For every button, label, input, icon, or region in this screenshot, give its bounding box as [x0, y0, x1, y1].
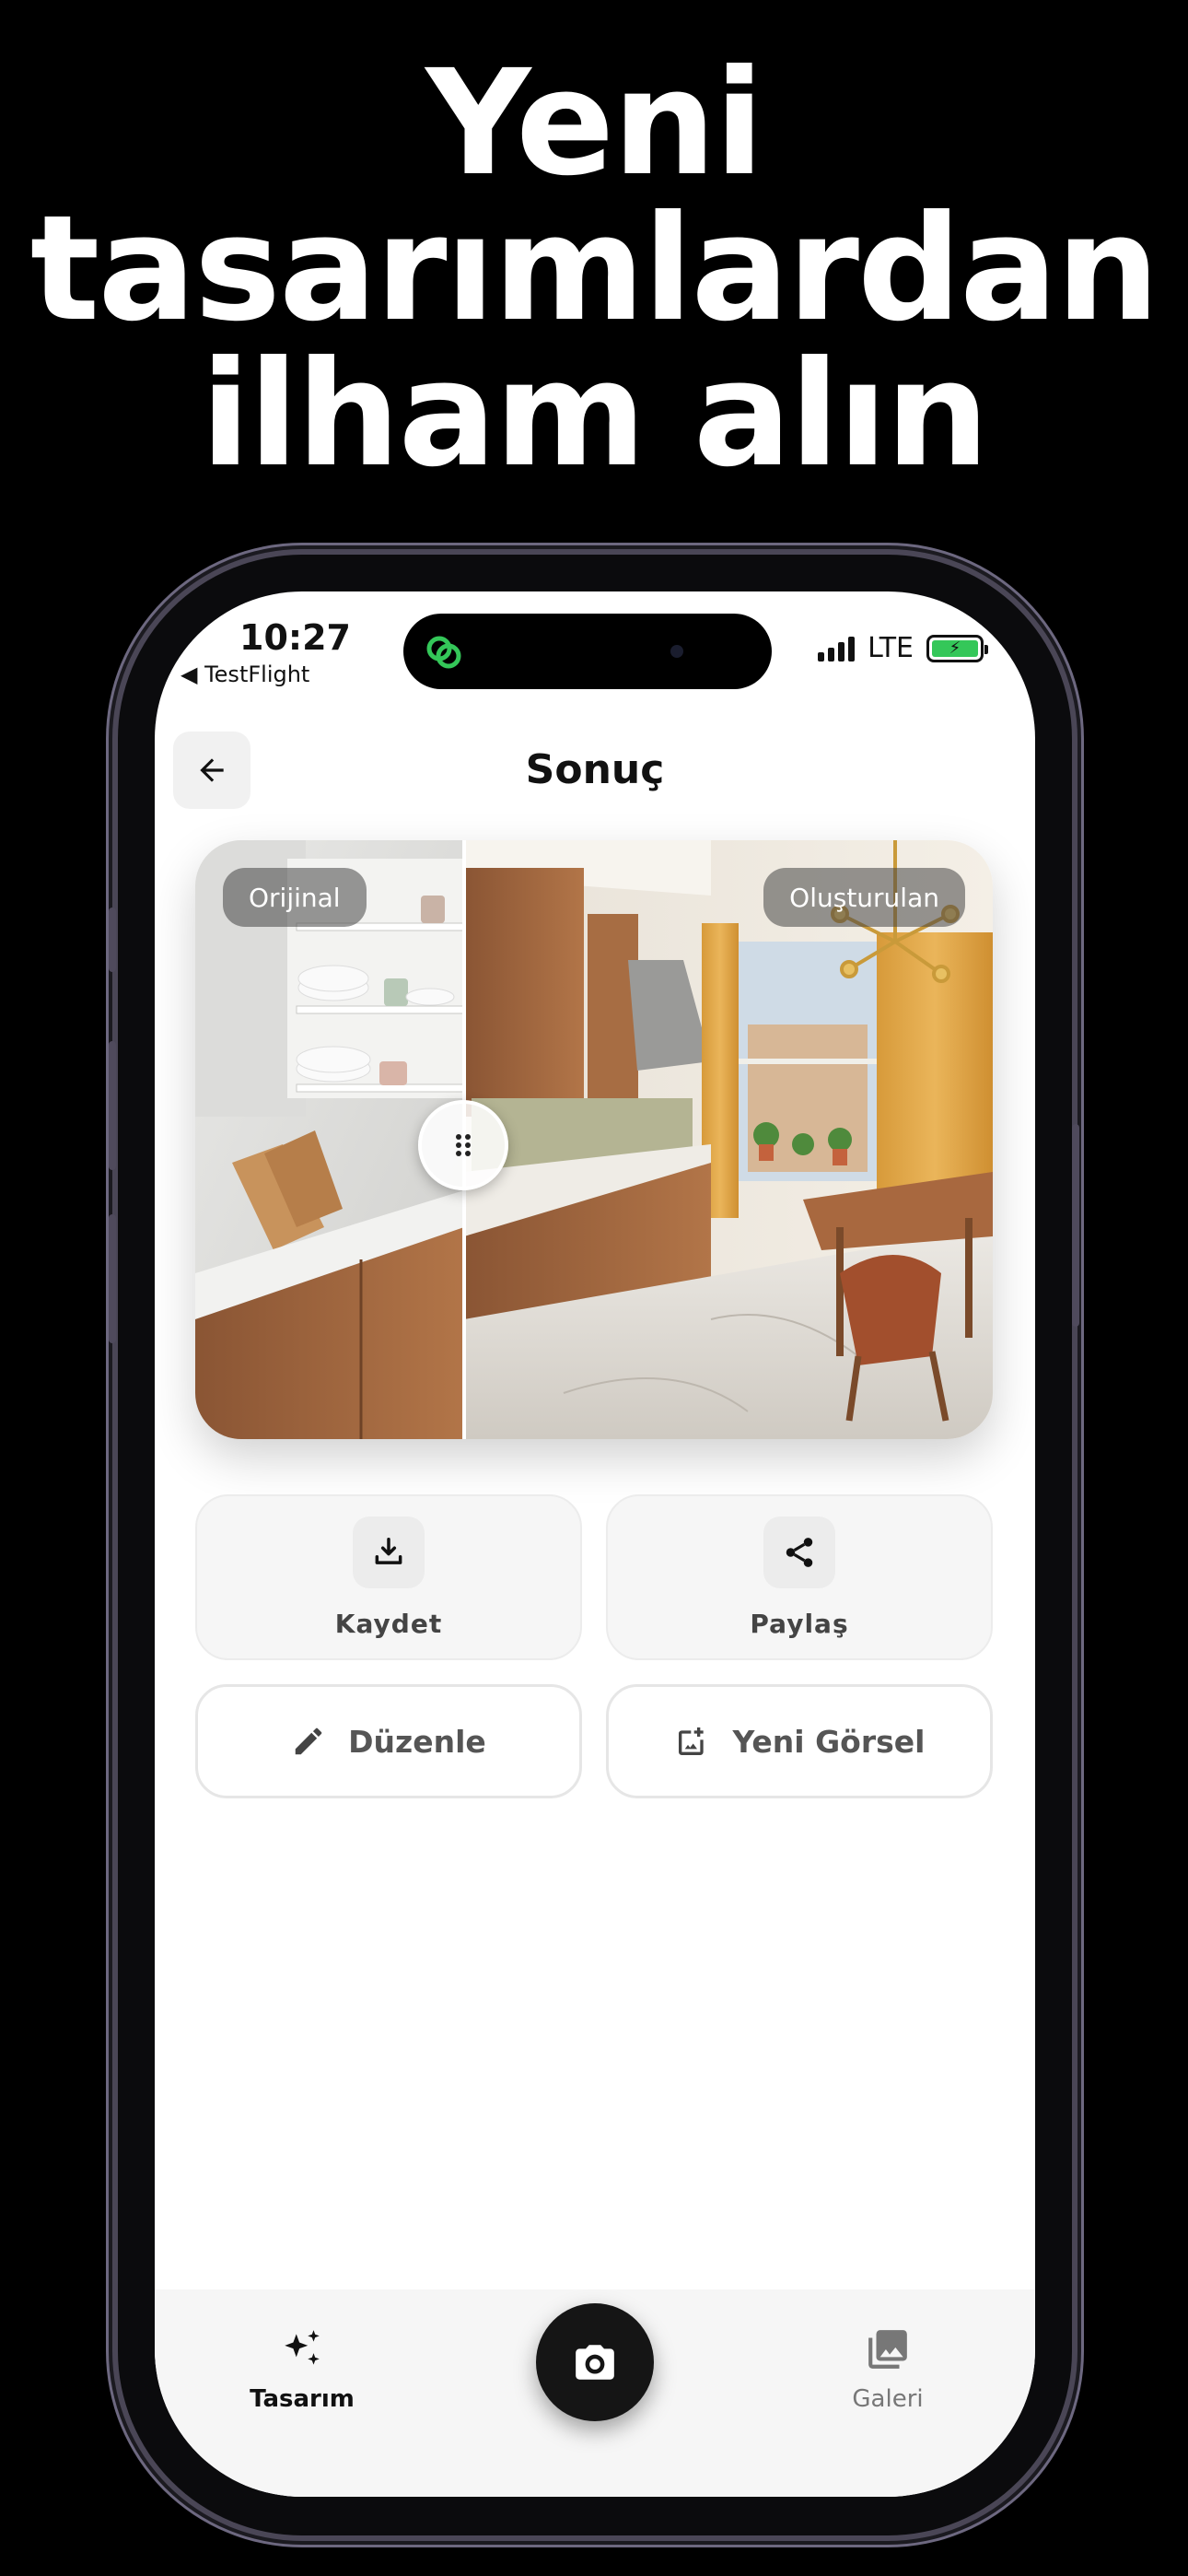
promo-line-3: ilham alın	[200, 330, 989, 499]
battery-icon: ⚡	[926, 634, 988, 662]
compare-slider-handle[interactable]	[418, 1100, 508, 1190]
signal-icon	[818, 636, 856, 662]
share-button[interactable]: Paylaş	[606, 1494, 993, 1660]
tab-design-label: Tasarım	[250, 2385, 355, 2413]
generated-label: Oluşturulan	[763, 868, 965, 927]
promo-line-1: Yeni	[425, 39, 764, 208]
camera-icon	[576, 2345, 614, 2380]
edit-button[interactable]: Düzenle	[195, 1684, 582, 1798]
link-rings-icon	[426, 636, 461, 669]
power-button	[1072, 1124, 1079, 1327]
app-screen: 10:27 ◀ TestFlight LTE ⚡ Sonuç Orijinal …	[155, 591, 1035, 2497]
save-button[interactable]: Kaydet	[195, 1494, 582, 1660]
tab-design[interactable]: Tasarım	[210, 2326, 394, 2413]
comparison-image	[195, 840, 993, 1439]
action-button	[109, 907, 116, 972]
edit-label: Düzenle	[348, 1723, 486, 1760]
sparkles-icon	[285, 2330, 320, 2365]
back-to-app-link[interactable]: ◀ TestFlight	[181, 662, 309, 687]
volume-up-button	[109, 1041, 116, 1170]
pencil-icon	[295, 1727, 322, 1755]
tab-gallery[interactable]: Galeri	[796, 2326, 980, 2413]
status-indicators: LTE ⚡	[818, 632, 988, 664]
status-time: 10:27	[239, 617, 351, 658]
share-label: Paylaş	[750, 1608, 849, 1639]
network-label: LTE	[868, 632, 914, 664]
dynamic-island	[403, 614, 772, 689]
original-label: Orijinal	[223, 868, 367, 927]
promo-headline: Yeni tasarımlardan ilham alın	[0, 51, 1188, 487]
before-after-compare[interactable]: Orijinal Oluşturulan	[195, 840, 993, 1439]
new-image-button[interactable]: Yeni Görsel	[606, 1684, 993, 1798]
page-title: Sonuç	[525, 746, 665, 793]
save-icon-box	[353, 1516, 425, 1588]
camera-button[interactable]	[536, 2303, 654, 2421]
promo-line-2: tasarımlardan	[29, 184, 1159, 354]
save-label: Kaydet	[334, 1608, 443, 1639]
volume-down-button	[109, 1214, 116, 1343]
share-icon	[786, 1537, 813, 1567]
download-icon	[375, 1537, 402, 1564]
drag-handle-icon	[456, 1134, 471, 1156]
generated-photo	[464, 840, 993, 1439]
front-camera	[670, 645, 683, 658]
new-image-label: Yeni Görsel	[732, 1723, 926, 1760]
share-icon-box	[763, 1516, 835, 1588]
add-photo-icon	[678, 1727, 704, 1755]
gallery-icon	[868, 2330, 907, 2369]
tab-gallery-label: Galeri	[852, 2385, 924, 2413]
